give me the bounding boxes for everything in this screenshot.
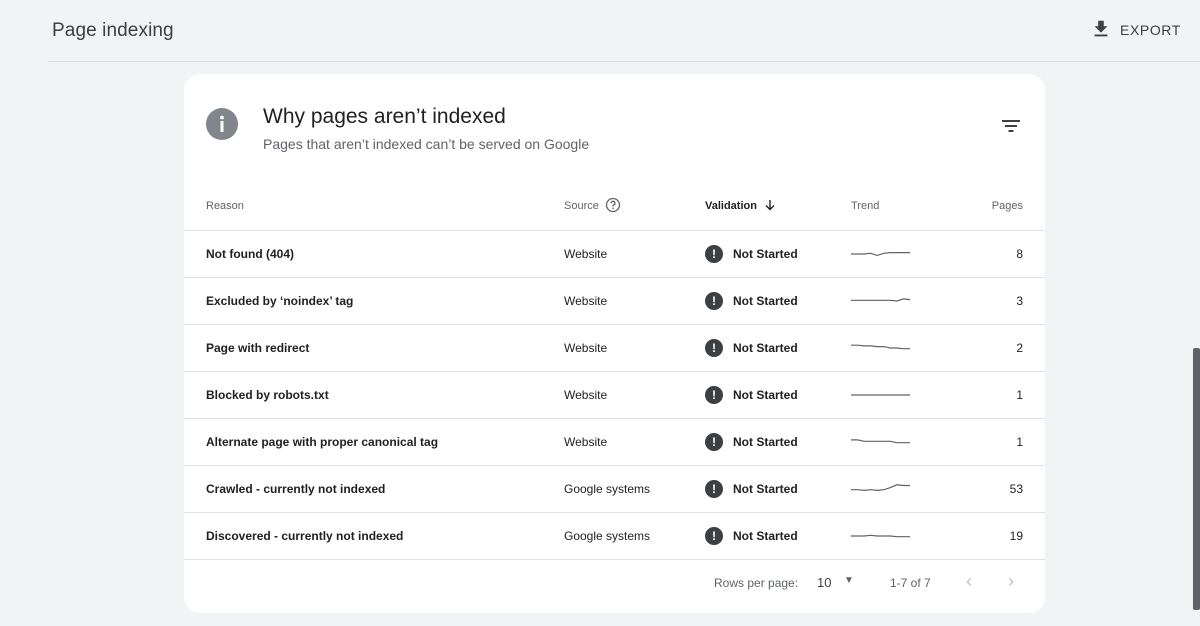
reason-cell: Blocked by robots.txt [184,371,564,419]
trend-sparkline [851,251,910,256]
exclamation-icon: ! [705,291,723,310]
exclamation-icon: ! [705,385,723,404]
source-cell: Website [564,324,705,372]
card-subtitle: Pages that aren’t indexed can’t be serve… [263,136,590,152]
reason-cell: Excluded by ‘noindex’ tag [184,277,564,325]
why-not-indexed-card: Why pages aren’t indexed Pages that aren… [184,74,1045,613]
trend-cell [851,418,961,466]
help-icon[interactable] [605,197,621,216]
trend-line [851,534,910,537]
column-header-reason[interactable]: Reason [184,183,564,231]
table-header-row: Reason Source Validation Trend Pages [184,183,1045,231]
source-cell: Google systems [564,512,705,560]
validation-cell: ! Not Started [705,371,851,419]
column-header-validation[interactable]: Validation [705,183,851,231]
validation-status: Not Started [733,340,798,355]
export-button[interactable]: EXPORT [1090,16,1182,44]
validation-cell: ! Not Started [705,418,851,466]
table-row[interactable]: Page with redirect Website! Not Started 2 [184,324,1045,372]
trend-sparkline [851,483,910,491]
pages-cell: 53 [961,465,1045,513]
reason-cell: Alternate page with proper canonical tag [184,418,564,466]
table-row[interactable]: Excluded by ‘noindex’ tag Website! Not Sta… [184,277,1045,325]
source-cell: Google systems [564,465,705,513]
column-header-trend: Trend [851,183,961,231]
validation-status: Not Started [733,246,798,261]
trend-cell [851,230,961,278]
source-header-label: Source [564,200,599,213]
exclamation-icon: ! [705,432,723,451]
column-header-source[interactable]: Source [564,183,705,231]
trend-sparkline [851,393,910,396]
previous-page-button[interactable]: ‹ [966,571,972,592]
source-cell: Website [564,277,705,325]
reason-cell: Crawled - currently not indexed [184,465,564,513]
validation-cell: ! Not Started [705,277,851,325]
next-page-button[interactable]: › [1008,571,1014,592]
table-row[interactable]: Blocked by robots.txt Website! Not Started… [184,371,1045,419]
pages-cell: 19 [961,512,1045,560]
page-title: Page indexing [52,20,174,41]
dropdown-arrow-icon[interactable]: ▼ [844,575,854,586]
validation-status: Not Started [733,528,798,543]
sort-arrow-down-icon [763,198,777,215]
validation-cell: ! Not Started [705,512,851,560]
trend-cell [851,277,961,325]
trend-sparkline [851,438,910,443]
rows-per-page-select[interactable]: 10 [817,575,831,590]
validation-status: Not Started [733,434,798,449]
pagination-range: 1-7 of 7 [890,576,931,590]
table-row[interactable]: Alternate page with proper canonical tag… [184,418,1045,466]
exclamation-icon: ! [705,526,723,545]
validation-cell: ! Not Started [705,465,851,513]
source-cell: Website [564,418,705,466]
pages-cell: 1 [961,418,1045,466]
trend-cell [851,465,961,513]
table-row[interactable]: Discovered - currently not indexed Google… [184,512,1045,560]
validation-status: Not Started [733,293,798,308]
top-bar: Page indexing EXPORT [0,0,1200,62]
filter-icon[interactable] [998,114,1024,138]
trend-line [851,483,910,491]
trend-sparkline [851,297,911,302]
validation-status: Not Started [733,387,798,402]
trend-line [851,297,911,302]
table-row[interactable]: Not found (404) Website! Not Started 8 [184,230,1045,278]
exclamation-icon: ! [705,338,723,357]
info-icon [206,108,238,140]
trend-cell [851,371,961,419]
reason-cell: Page with redirect [184,324,564,372]
reason-cell: Not found (404) [184,230,564,278]
rows-per-page-label: Rows per page: [714,576,799,590]
export-label: EXPORT [1120,22,1181,38]
validation-cell: ! Not Started [705,324,851,372]
download-icon [1090,18,1112,43]
pages-cell: 8 [961,230,1045,278]
trend-sparkline [851,534,910,537]
exclamation-icon: ! [705,479,723,498]
trend-sparkline [851,344,910,349]
pages-cell: 2 [961,324,1045,372]
trend-cell [851,324,961,372]
card-title: Why pages aren’t indexed [263,105,506,128]
trend-line [851,344,910,349]
exclamation-icon: ! [705,244,723,263]
source-cell: Website [564,371,705,419]
reason-cell: Discovered - currently not indexed [184,512,564,560]
reasons-table: Reason Source Validation Trend Pages Not… [184,183,1045,560]
pagination-bar: Rows per page: 10 ▼ 1-7 of 7 ‹ › [184,569,1045,599]
pages-cell: 3 [961,277,1045,325]
page-scrollbar[interactable] [1193,348,1200,610]
pages-cell: 1 [961,371,1045,419]
trend-line [851,251,910,256]
trend-cell [851,512,961,560]
validation-cell: ! Not Started [705,230,851,278]
header-divider [48,61,1200,62]
validation-header-label: Validation [705,200,757,213]
source-cell: Website [564,230,705,278]
table-row[interactable]: Crawled - currently not indexed Google sy… [184,465,1045,513]
trend-line [851,438,910,443]
column-header-pages[interactable]: Pages [961,183,1045,231]
validation-status: Not Started [733,481,798,496]
